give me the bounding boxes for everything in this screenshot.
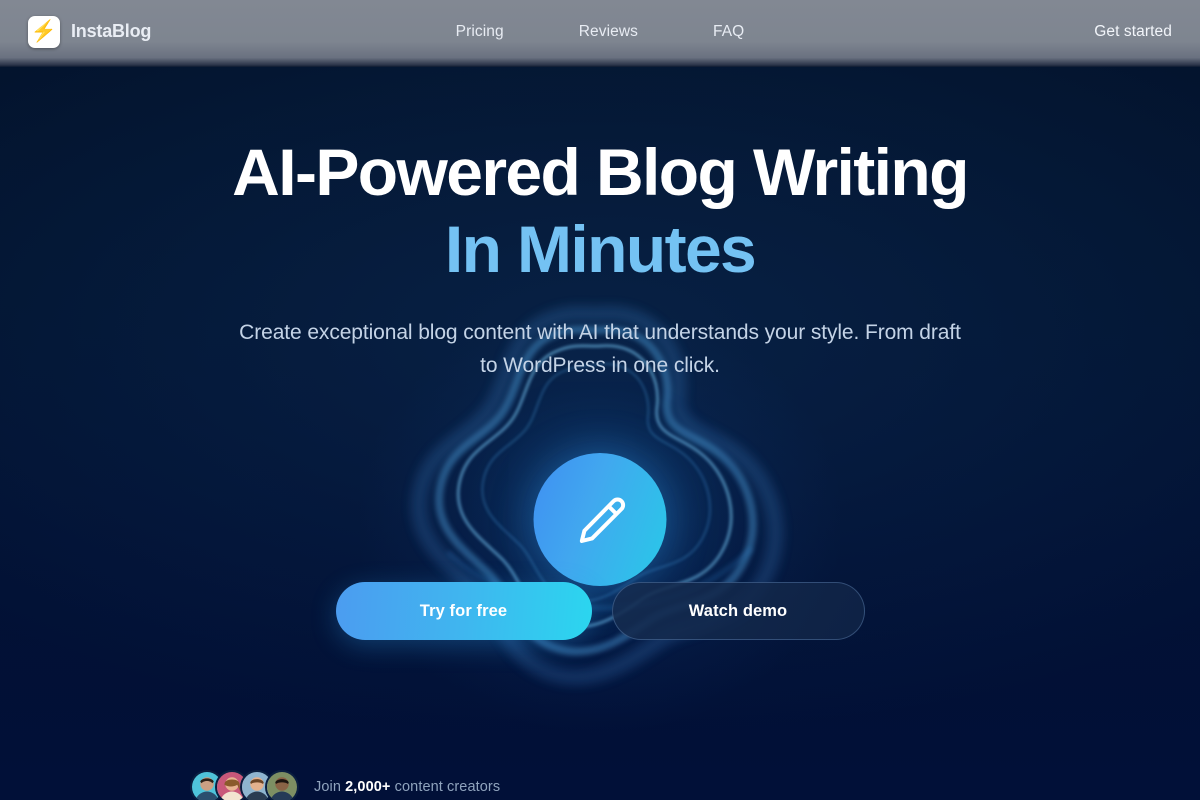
- cta-button-row: Try for free Watch demo: [0, 582, 1200, 640]
- get-started-link[interactable]: Get started: [1094, 23, 1172, 41]
- headline-line-1: AI-Powered Blog Writing: [232, 135, 969, 209]
- watch-demo-button[interactable]: Watch demo: [611, 582, 865, 640]
- nav-links: Pricing Reviews FAQ: [0, 23, 1200, 41]
- social-proof: Join 2,000+ content creators: [190, 770, 500, 800]
- brand-name: InstaBlog: [71, 21, 152, 41]
- landing-page: ⚡ InstaBlog Pricing Reviews FAQ Get star…: [0, 0, 1200, 800]
- hero-subtitle: Create exceptional blog content with AI …: [239, 321, 961, 377]
- try-for-free-button[interactable]: Try for free: [335, 582, 592, 640]
- pen-icon-badge: [533, 453, 667, 586]
- headline-line-2: In Minutes: [444, 211, 757, 286]
- nav-link-reviews[interactable]: Reviews: [579, 23, 638, 41]
- avatar-4: [265, 770, 299, 800]
- hero-section: AI-Powered Blog Writing In Minutes Creat…: [0, 67, 1200, 800]
- creator-count: 2,000+: [345, 779, 391, 795]
- nav-link-pricing[interactable]: Pricing: [456, 23, 504, 41]
- avatar-group: [190, 770, 299, 800]
- pen-icon: [579, 497, 625, 543]
- top-navigation-bar: ⚡ InstaBlog Pricing Reviews FAQ Get star…: [0, 0, 1200, 67]
- page-title: AI-Powered Blog Writing In Minutes: [232, 135, 969, 286]
- brand-logo[interactable]: ⚡ InstaBlog: [28, 15, 152, 48]
- social-prefix: Join: [314, 779, 341, 795]
- nav-link-faq[interactable]: FAQ: [713, 23, 744, 41]
- social-proof-text: Join 2,000+ content creators: [314, 779, 500, 795]
- lightning-bolt-icon: ⚡: [28, 15, 60, 48]
- social-suffix: content creators: [394, 779, 501, 795]
